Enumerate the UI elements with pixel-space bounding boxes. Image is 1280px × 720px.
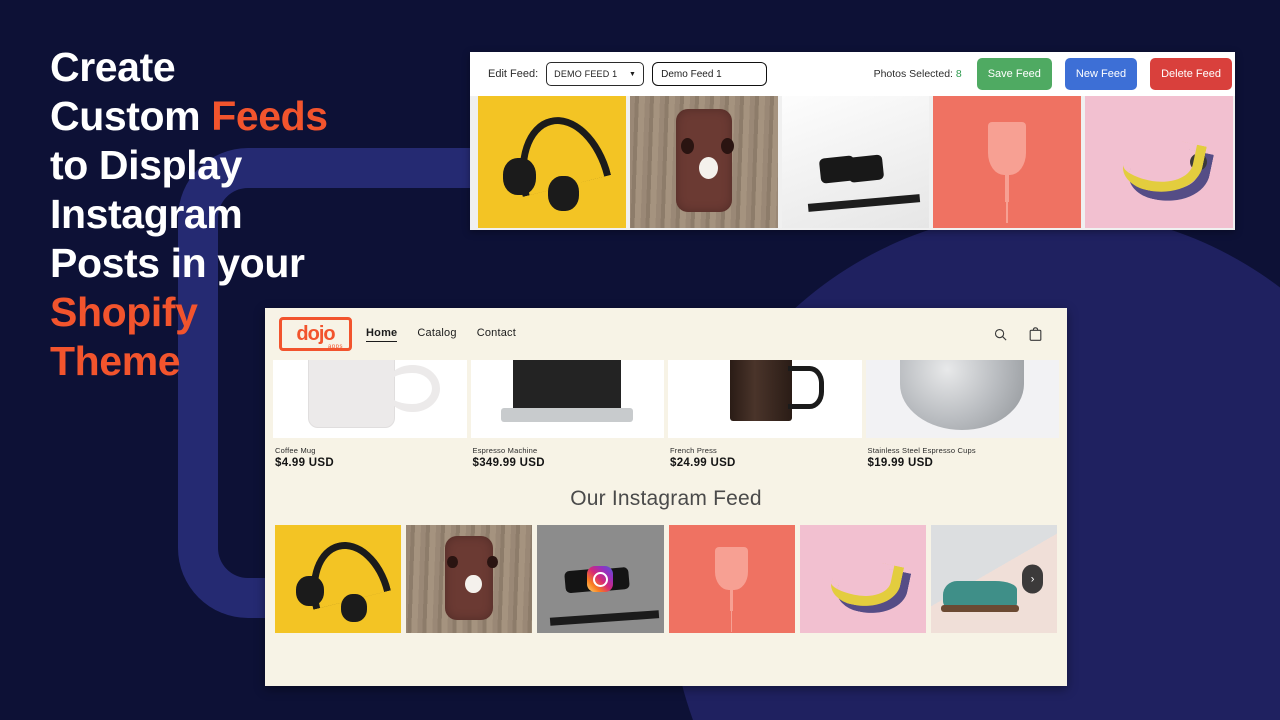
delete-feed-button[interactable]: Delete Feed [1150,58,1232,90]
feed-select-value: DEMO FEED 1 [554,69,618,79]
feed-name-input[interactable] [652,62,768,86]
product-price: $349.99 USD [472,457,545,469]
headline-line-1: Create [50,44,176,90]
product-price: $19.99 USD [867,457,934,469]
feed-select-dropdown[interactable]: DEMO FEED 1 ▼ [546,62,645,86]
product-card[interactable]: French Press $24.99 USD [668,360,862,469]
product-title: French Press [670,446,717,455]
logo-subtext: apps [327,344,343,350]
feed-photo-headphones-yellow[interactable] [275,525,402,633]
dojo-apps-logo[interactable]: dojo apps [279,317,352,351]
photos-selected-label: Photos Selected: [873,68,953,80]
headline-line-3: to Display [50,142,242,188]
admin-photo-strip: › [470,96,1235,230]
admin-photo-headphones-yellow[interactable] [478,96,626,228]
photos-selected-status: Photos Selected: 8 [874,68,962,80]
store-header-icons [993,326,1043,342]
chevron-down-icon: ▼ [629,70,637,78]
product-card[interactable]: Coffee Mug $4.99 USD [273,360,467,469]
admin-photo-goblet-coral[interactable] [933,96,1082,228]
feed-photo-bear-phone-case-wood[interactable] [406,525,533,633]
headline-line-4: Instagram [50,191,243,237]
instagram-feed-row: › [265,525,1067,647]
feed-photo-goblet-coral[interactable] [668,525,795,633]
feed-photo-sunglasses-grey[interactable] [537,525,664,633]
product-image-espresso-machine [470,360,664,438]
product-title: Coffee Mug [275,446,316,455]
product-title: Stainless Steel Espresso Cups [867,446,976,455]
edit-feed-label: Edit Feed: [488,68,539,80]
product-grid: Coffee Mug $4.99 USD Espresso Machine $3… [265,360,1067,469]
admin-photo-sunglasses-white[interactable] [781,96,930,228]
instagram-feed-heading: Our Instagram Feed [570,487,762,510]
product-image-french-press [668,360,862,438]
headline-accent-feeds: Feeds [211,93,328,139]
product-image-coffee-mug [273,360,467,438]
admin-photo-bear-phone-case-wood[interactable] [629,96,778,228]
nav-item-contact[interactable]: Contact [477,327,516,341]
feed-next-arrow-icon[interactable]: › [1022,564,1044,594]
feed-photo-teal-shoe[interactable]: › [930,525,1058,633]
product-card[interactable]: Espresso Machine $349.99 USD [470,360,664,469]
instagram-icon [587,566,614,592]
admin-toolbar: Edit Feed: DEMO FEED 1 ▼ Photos Selected… [470,52,1235,96]
feed-admin-panel: Edit Feed: DEMO FEED 1 ▼ Photos Selected… [470,52,1235,230]
store-header: dojo apps Home Catalog Contact [265,308,1067,360]
product-image-stainless-steel-espresso-cups [865,360,1059,438]
logo-text: dojo [296,323,335,345]
product-price: $4.99 USD [275,457,334,469]
new-feed-button[interactable]: New Feed [1064,58,1138,90]
search-icon[interactable] [993,327,1008,342]
product-title: Espresso Machine [472,446,538,455]
nav-item-catalog[interactable]: Catalog [417,327,456,341]
product-card[interactable]: Stainless Steel Espresso Cups $19.99 USD [865,360,1059,469]
headline-line-2a: Custom [50,93,212,139]
nav-item-home[interactable]: Home [366,327,398,342]
shopping-bag-icon[interactable] [1028,326,1043,342]
store-navigation: Home Catalog Contact [366,327,516,342]
admin-photo-banana-pink[interactable]: › [1085,96,1233,228]
feed-photo-banana-pink[interactable] [799,525,926,633]
product-price: $24.99 USD [670,457,736,469]
headline-line-5: Posts in your [50,240,305,286]
save-feed-button[interactable]: Save Feed [976,58,1052,90]
headline-line-2: Custom Feeds [50,92,450,141]
next-arrow-icon[interactable]: › [1189,153,1207,171]
storefront-preview: dojo apps Home Catalog Contact Coffee Mu… [265,308,1067,686]
photos-selected-count: 8 [955,68,962,80]
